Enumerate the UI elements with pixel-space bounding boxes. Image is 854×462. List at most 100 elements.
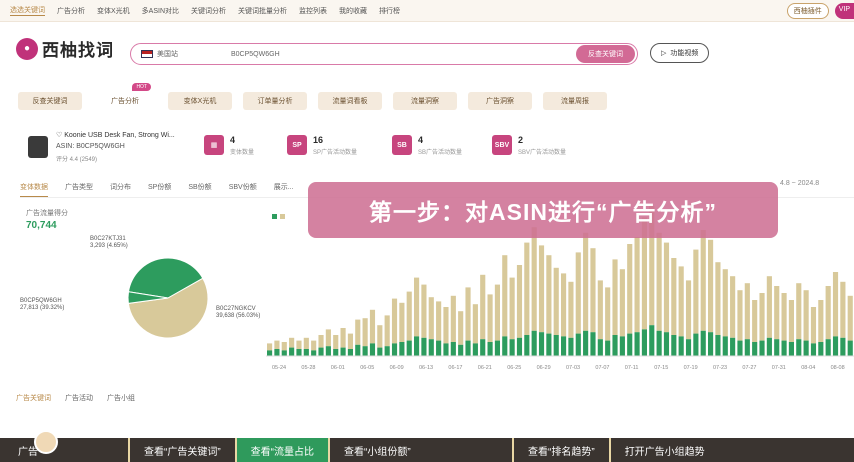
bar-segment-tan[interactable] xyxy=(428,297,434,340)
bar-segment-tan[interactable] xyxy=(832,272,839,337)
bar-segment-green[interactable] xyxy=(428,339,434,356)
bar-segment-tan[interactable] xyxy=(715,262,721,335)
bar-segment-green[interactable] xyxy=(443,343,449,356)
bar-segment-tan[interactable] xyxy=(406,291,412,341)
vip-badge[interactable]: VIP xyxy=(834,3,854,19)
bar-segment-green[interactable] xyxy=(832,336,839,356)
bar-segment-tan[interactable] xyxy=(318,335,324,348)
bar-segment-green[interactable] xyxy=(502,336,508,356)
bar-segment-tan[interactable] xyxy=(619,269,625,337)
btab-ad-groups[interactable]: 广告小组 xyxy=(107,393,135,403)
bar-segment-green[interactable] xyxy=(781,340,787,356)
bar-segment-tan[interactable] xyxy=(362,318,368,347)
bar-segment-tan[interactable] xyxy=(693,249,699,334)
bar-segment-green[interactable] xyxy=(656,330,662,356)
tool-tab-variant-xray[interactable]: 变体X光机 xyxy=(168,92,232,110)
date-range[interactable]: 4.8 ~ 2024.8 xyxy=(780,180,819,187)
bar-segment-green[interactable] xyxy=(847,340,853,356)
btab-ad-keywords[interactable]: 广告关键词 xyxy=(16,393,51,403)
legend-swatch[interactable] xyxy=(280,214,285,219)
bar-segment-green[interactable] xyxy=(561,336,567,356)
bar-segment-tan[interactable] xyxy=(590,248,596,333)
bar-segment-tan[interactable] xyxy=(708,239,714,333)
bar-segment-tan[interactable] xyxy=(311,340,317,351)
topnav-item-monitor[interactable]: 监控列表 xyxy=(299,6,327,16)
bar-segment-green[interactable] xyxy=(531,330,537,356)
heart-icon[interactable]: ♡ xyxy=(56,132,62,139)
bar-segment-green[interactable] xyxy=(788,342,794,356)
search-input[interactable]: B0CP5QW6GH xyxy=(231,51,576,58)
bar-segment-tan[interactable] xyxy=(509,277,515,340)
bar-segment-green[interactable] xyxy=(436,340,442,356)
bar-segment-tan[interactable] xyxy=(612,259,618,335)
bar-segment-tan[interactable] xyxy=(730,276,736,338)
bar-segment-tan[interactable] xyxy=(443,307,449,344)
bar-segment-green[interactable] xyxy=(450,342,456,356)
bar-segment-green[interactable] xyxy=(362,346,368,356)
bar-segment-green[interactable] xyxy=(458,344,464,356)
bar-segment-tan[interactable] xyxy=(546,255,552,334)
bar-segment-green[interactable] xyxy=(494,340,500,356)
product-image[interactable] xyxy=(28,136,48,158)
bar-segment-green[interactable] xyxy=(605,340,611,356)
bar-segment-green[interactable] xyxy=(318,347,324,356)
tool-tab-keyword-lookup[interactable]: 反查关键词 xyxy=(18,92,82,110)
bar-segment-tan[interactable] xyxy=(700,230,706,331)
bar-segment-tan[interactable] xyxy=(524,242,530,335)
bar-segment-green[interactable] xyxy=(759,340,765,356)
bar-segment-tan[interactable] xyxy=(597,280,603,340)
bar-segment-tan[interactable] xyxy=(333,335,339,349)
bar-segment-green[interactable] xyxy=(590,332,596,356)
bar-segment-green[interactable] xyxy=(597,339,603,356)
bar-segment-tan[interactable] xyxy=(561,273,567,337)
bar-segment-tan[interactable] xyxy=(377,325,383,348)
bar-segment-green[interactable] xyxy=(744,339,750,356)
bar-segment-green[interactable] xyxy=(619,336,625,356)
bar-segment-tan[interactable] xyxy=(678,266,684,337)
bar-segment-green[interactable] xyxy=(708,332,714,356)
bar-segment-tan[interactable] xyxy=(502,255,508,337)
bar-segment-green[interactable] xyxy=(722,336,728,356)
bar-segment-green[interactable] xyxy=(347,349,353,356)
bar-segment-tan[interactable] xyxy=(531,227,537,331)
bar-segment-green[interactable] xyxy=(289,347,295,356)
bar-segment-green[interactable] xyxy=(825,339,831,356)
tool-tab-traffic-insight[interactable]: 流量洞察 xyxy=(393,92,457,110)
subtab-ad-type[interactable]: 广告类型 xyxy=(65,182,93,197)
subtab-variant-data[interactable]: 变体数据 xyxy=(20,182,48,197)
bar-segment-tan[interactable] xyxy=(450,295,456,342)
bar-segment-green[interactable] xyxy=(752,342,758,356)
bar-segment-green[interactable] xyxy=(406,340,412,356)
bar-segment-tan[interactable] xyxy=(766,276,772,338)
bar-segment-tan[interactable] xyxy=(465,287,471,341)
bar-segment-green[interactable] xyxy=(796,339,802,356)
bar-segment-green[interactable] xyxy=(627,333,633,356)
tool-tab-traffic-board[interactable]: 流量词看板 xyxy=(318,92,382,110)
bar-segment-tan[interactable] xyxy=(568,281,574,338)
bar-segment-green[interactable] xyxy=(575,333,581,356)
bar-segment-tan[interactable] xyxy=(737,290,743,341)
bar-segment-green[interactable] xyxy=(369,343,376,356)
bar-segment-green[interactable] xyxy=(399,342,405,356)
bar-segment-green[interactable] xyxy=(678,336,684,356)
bar-segment-tan[interactable] xyxy=(671,258,677,335)
bar-segment-green[interactable] xyxy=(671,335,677,356)
bar-segment-tan[interactable] xyxy=(656,232,662,331)
bar-segment-green[interactable] xyxy=(766,337,772,356)
bar-segment-green[interactable] xyxy=(840,337,846,356)
subtab-display[interactable]: 展示... xyxy=(274,182,294,197)
topnav-item-keyword-analysis[interactable]: 关键词分析 xyxy=(191,6,226,16)
bar-segment-green[interactable] xyxy=(267,350,273,356)
bar-segment-tan[interactable] xyxy=(774,286,780,340)
bar-segment-tan[interactable] xyxy=(759,293,765,341)
bar-segment-green[interactable] xyxy=(377,347,383,356)
topnav-item-favorites[interactable]: 我的收藏 xyxy=(339,6,367,16)
bar-segment-green[interactable] xyxy=(333,349,339,356)
bar-segment-green[interactable] xyxy=(296,349,302,356)
help-video-button[interactable]: ▷ 功能视频 xyxy=(650,43,710,63)
bar-segment-tan[interactable] xyxy=(663,242,670,333)
bar-segment-green[interactable] xyxy=(715,335,721,356)
bar-segment-green[interactable] xyxy=(281,350,287,356)
bar-segment-green[interactable] xyxy=(487,342,493,356)
bar-segment-tan[interactable] xyxy=(347,333,353,349)
